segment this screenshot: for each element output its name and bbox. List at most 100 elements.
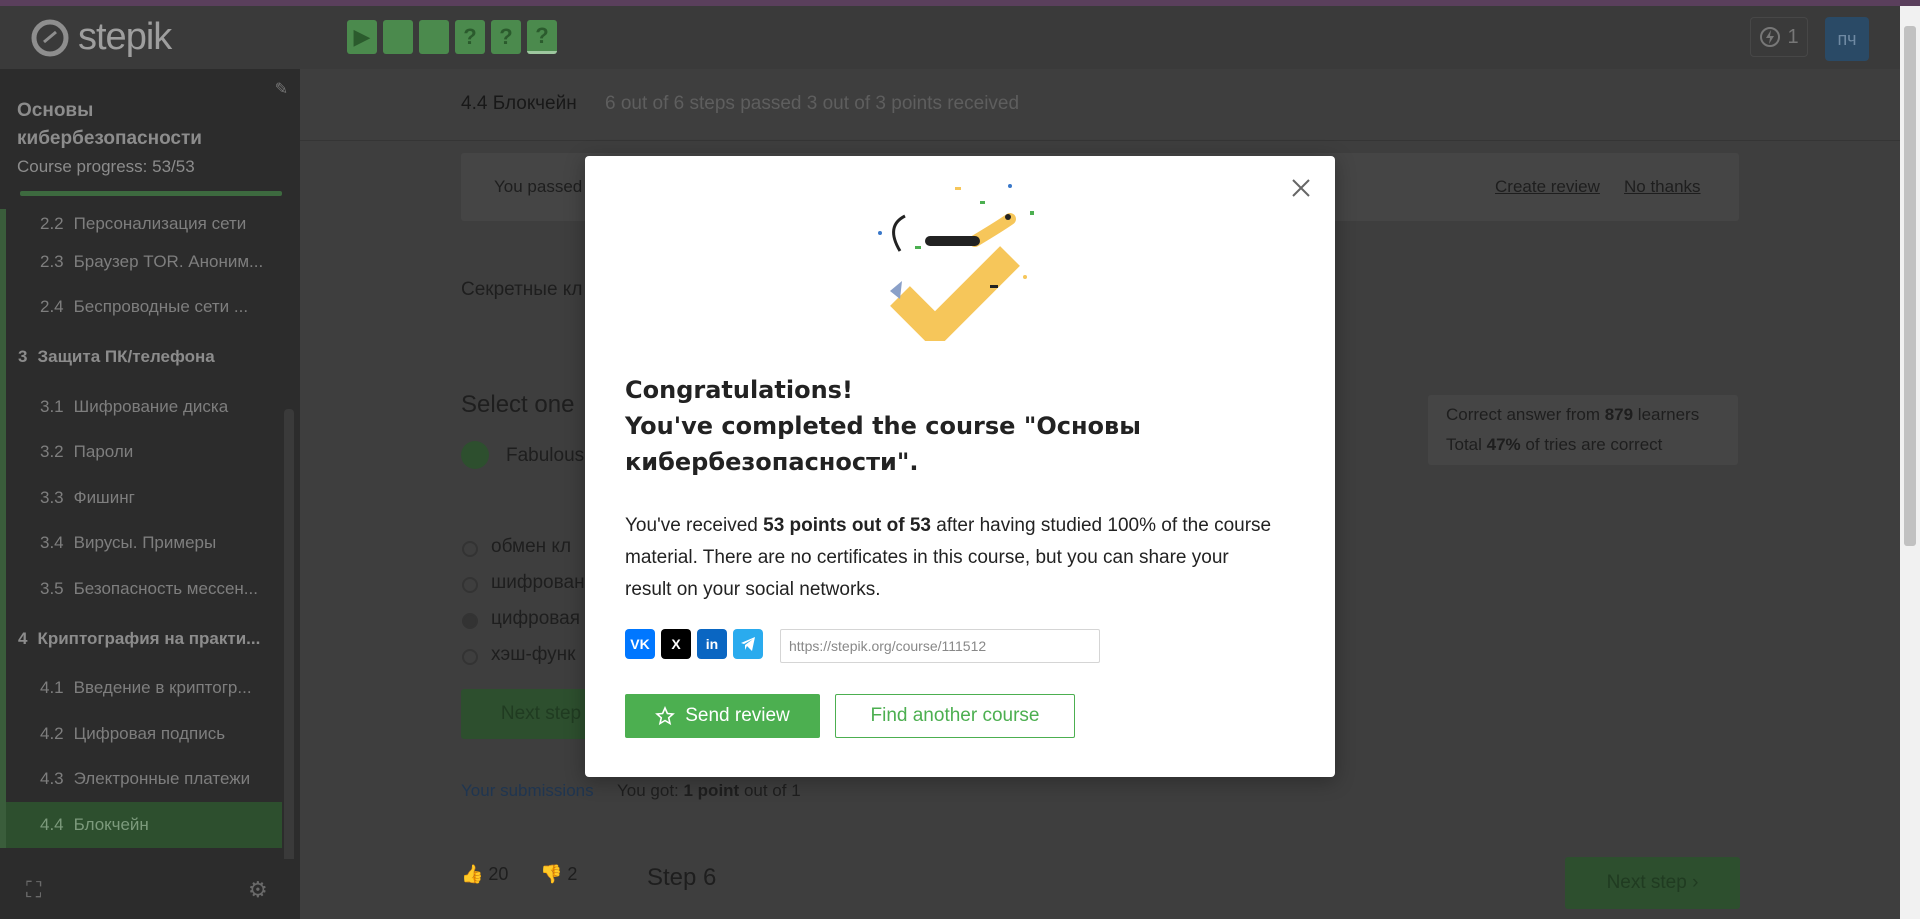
option-radio-selected[interactable] bbox=[462, 613, 478, 629]
option-label[interactable]: хэш-функ bbox=[491, 644, 576, 666]
option-radio[interactable] bbox=[462, 541, 478, 557]
dislike-button[interactable]: 👎 2 bbox=[540, 864, 577, 885]
x-share-icon[interactable]: X bbox=[661, 629, 691, 659]
lesson-progress-meta: 6 out of 6 steps passed 3 out of 3 point… bbox=[605, 93, 1020, 114]
option-label[interactable]: шифрован bbox=[491, 572, 585, 594]
lesson-number: 2.3 bbox=[40, 251, 64, 271]
step-number-label: Step 6 bbox=[647, 864, 717, 891]
lesson-label: Введение в криптогр... bbox=[73, 678, 252, 698]
option-radio[interactable] bbox=[462, 649, 478, 665]
energy-count: 1 bbox=[1787, 25, 1799, 48]
section-number: 4 bbox=[18, 628, 28, 648]
energy-icon bbox=[1760, 27, 1781, 47]
energy-counter[interactable]: 1 bbox=[1750, 17, 1808, 57]
sidebar-item[interactable]: 3.2 Пароли bbox=[0, 429, 282, 475]
stepik-logo-icon bbox=[31, 19, 69, 56]
lesson-label: Беспроводные сети ... bbox=[73, 297, 249, 317]
lesson-label: Безопасность мессен... bbox=[73, 578, 258, 598]
lesson-label: Электронные платежи bbox=[73, 769, 251, 789]
stepik-logo[interactable]: stepik bbox=[30, 16, 172, 59]
share-buttons: VK X in bbox=[625, 629, 763, 659]
step-tab-3[interactable] bbox=[419, 20, 449, 54]
lesson-number: 4.2 bbox=[40, 723, 64, 743]
answer-stats: Correct answer from 879 learners Total 4… bbox=[1428, 395, 1738, 465]
lesson-number: 3.3 bbox=[40, 487, 64, 507]
review-banner-text: You passed bbox=[494, 177, 583, 196]
settings-gear-icon[interactable]: ⚙ bbox=[248, 877, 268, 903]
linkedin-share-icon[interactable]: in bbox=[697, 629, 727, 659]
lesson-title: 4.4 Блокчейн bbox=[461, 93, 577, 114]
lesson-number: 3.1 bbox=[40, 396, 64, 416]
option-label[interactable]: обмен кл bbox=[491, 536, 571, 558]
section-label: Криптография на практи... bbox=[37, 628, 261, 648]
completed-course-text: You've completed the course "Основы кибе… bbox=[625, 412, 1141, 476]
top-header: stepik ▶ ? ? ? 1 пч bbox=[0, 6, 1900, 69]
modal-body-text: You've received 53 points out of 53 afte… bbox=[625, 515, 1272, 600]
step-tab-2[interactable] bbox=[383, 20, 413, 54]
lesson-label: Фишинг bbox=[73, 487, 135, 507]
lesson-number: 4.4 bbox=[40, 814, 64, 834]
logo-text: stepik bbox=[78, 16, 172, 58]
like-button[interactable]: 👍 20 bbox=[461, 864, 508, 885]
feedback-text: Fabulous bbox=[506, 445, 585, 466]
sidebar-item[interactable]: 3.1 Шифрование диска bbox=[0, 384, 282, 430]
step-tab-5[interactable]: ? bbox=[491, 20, 521, 54]
next-step-bottom-button[interactable]: Next step › bbox=[1565, 857, 1740, 909]
stats-tries: Total 47% of tries are correct bbox=[1446, 435, 1663, 454]
modal-heading: Congratulations! You've completed the co… bbox=[625, 372, 1265, 480]
sidebar-section[interactable]: 3 Защита ПК/телефона bbox=[0, 330, 282, 384]
page-scrollbar-thumb[interactable] bbox=[1904, 26, 1916, 546]
sidebar-item[interactable]: 3.4 Вирусы. Примеры bbox=[0, 520, 282, 566]
sidebar-item[interactable]: 2.4 Беспроводные сети ... bbox=[0, 284, 282, 330]
lesson-label: Вирусы. Примеры bbox=[73, 533, 217, 553]
avatar[interactable]: пч bbox=[1825, 17, 1869, 61]
pin-icon[interactable]: ✎ bbox=[275, 79, 288, 99]
sidebar-item[interactable]: 3.5 Безопасность мессен... bbox=[0, 566, 282, 612]
fullscreen-icon[interactable]: ⛶ bbox=[26, 877, 41, 903]
course-complete-modal: Congratulations! You've completed the co… bbox=[585, 156, 1335, 777]
score-text: You got: 1 point out of 1 bbox=[617, 781, 801, 800]
lesson-label: Шифрование диска bbox=[73, 396, 229, 416]
no-thanks-link[interactable]: No thanks bbox=[1624, 177, 1701, 197]
page-scrollbar[interactable] bbox=[1900, 6, 1920, 919]
find-another-course-button[interactable]: Find another course bbox=[835, 694, 1075, 738]
lesson-number: 4.1 bbox=[40, 678, 64, 698]
star-icon bbox=[655, 706, 676, 726]
lesson-label: Пароли bbox=[73, 442, 134, 462]
sidebar-item[interactable]: 4.3 Электронные платежи bbox=[0, 756, 282, 802]
step-tab-4[interactable]: ? bbox=[455, 20, 485, 54]
course-sidebar: ✎ Основы кибербезопасности Course progre… bbox=[0, 69, 300, 919]
send-review-button[interactable]: Send review bbox=[625, 694, 820, 738]
lesson-header: 4.4 Блокчейн 6 out of 6 steps passed 3 o… bbox=[300, 69, 1900, 141]
share-url-input[interactable] bbox=[780, 629, 1100, 663]
option-label[interactable]: цифровая bbox=[491, 608, 580, 630]
option-radio[interactable] bbox=[462, 577, 478, 593]
sidebar-section[interactable]: 4 Криптография на практи... bbox=[0, 611, 282, 666]
select-one-heading: Select one bbox=[461, 391, 575, 418]
congrats-title: Congratulations! bbox=[625, 376, 853, 404]
vk-share-icon[interactable]: VK bbox=[625, 629, 655, 659]
course-title[interactable]: Основы кибербезопасности bbox=[17, 97, 283, 153]
sidebar-item[interactable]: 3.3 Фишинг bbox=[0, 475, 282, 521]
sidebar-item[interactable]: 4.2 Цифровая подпись bbox=[0, 711, 282, 757]
lesson-number: 2.2 bbox=[40, 214, 64, 233]
lesson-label: Браузер TOR. Аноним... bbox=[73, 251, 264, 271]
sidebar-item[interactable]: 4.1 Введение в криптогр... bbox=[0, 665, 282, 711]
step-tab-1[interactable]: ▶ bbox=[347, 20, 377, 54]
lesson-label: Цифровая подпись bbox=[73, 723, 226, 743]
section-label: Защита ПК/телефона bbox=[37, 347, 215, 366]
sidebar-item[interactable]: 2.2 Персонализация сети bbox=[0, 209, 282, 239]
sidebar-scrollbar[interactable] bbox=[284, 409, 294, 869]
close-icon[interactable] bbox=[1287, 174, 1315, 202]
stats-learners: Correct answer from 879 learners bbox=[1446, 405, 1700, 424]
step-tab-6[interactable]: ? bbox=[527, 20, 557, 54]
sidebar-item[interactable]: 2.3 Браузер TOR. Аноним... bbox=[0, 239, 282, 285]
create-review-link[interactable]: Create review bbox=[1495, 177, 1600, 197]
send-review-label: Send review bbox=[685, 705, 790, 726]
sidebar-item-active[interactable]: 4.4 Блокчейн bbox=[0, 802, 282, 848]
step-text: Секретные кл bbox=[461, 279, 583, 300]
celebration-illustration bbox=[878, 184, 1034, 341]
telegram-share-icon[interactable] bbox=[733, 629, 763, 659]
your-submissions-link[interactable]: Your submissions bbox=[461, 781, 594, 801]
step-tabs: ▶ ? ? ? bbox=[347, 20, 557, 54]
